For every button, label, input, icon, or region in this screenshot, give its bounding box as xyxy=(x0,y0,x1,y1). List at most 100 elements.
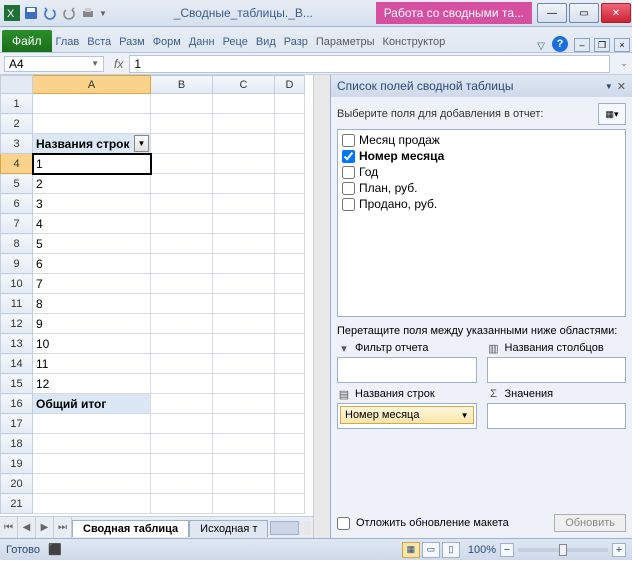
pane-menu-dropdown-icon[interactable]: ▼ xyxy=(605,82,613,91)
col-header-D[interactable]: D xyxy=(275,76,305,94)
sheet-nav-prev[interactable]: ◀ xyxy=(18,517,36,538)
formula-input[interactable]: 1 xyxy=(129,55,610,73)
defer-update-checkbox[interactable] xyxy=(337,517,350,530)
view-page-break-button[interactable]: ▯ xyxy=(442,542,460,558)
row-header[interactable]: 11 xyxy=(1,294,33,314)
ribbon-tab-view[interactable]: Вид xyxy=(252,32,280,52)
row-header[interactable]: 7 xyxy=(1,214,33,234)
layout-options-button[interactable]: ▦▾ xyxy=(598,103,626,125)
fx-icon[interactable]: fx xyxy=(114,57,123,71)
field-list[interactable]: Месяц продаж Номер месяца Год План, руб.… xyxy=(337,129,626,317)
field-item[interactable]: План, руб. xyxy=(340,180,623,196)
active-cell[interactable]: 1 xyxy=(33,154,151,174)
ribbon-tab-review[interactable]: Реце xyxy=(219,32,252,52)
row-header[interactable]: 17 xyxy=(1,414,33,434)
row-header[interactable]: 18 xyxy=(1,434,33,454)
chip-dropdown-icon[interactable]: ▼ xyxy=(461,411,469,420)
save-icon[interactable] xyxy=(23,5,39,21)
ribbon-tab-design[interactable]: Конструктор xyxy=(379,32,450,52)
sheet-tab[interactable]: Исходная т xyxy=(189,520,268,537)
print-icon[interactable] xyxy=(80,5,96,21)
cell[interactable]: 3 xyxy=(33,194,151,214)
rows-dropzone[interactable]: Номер месяца ▼ xyxy=(337,403,477,429)
view-page-layout-button[interactable]: ▭ xyxy=(422,542,440,558)
update-button[interactable]: Обновить xyxy=(554,514,626,532)
cell[interactable]: 2 xyxy=(33,174,151,194)
ribbon-tab-data[interactable]: Данн xyxy=(185,32,219,52)
ribbon-tab-home[interactable]: Глав xyxy=(52,32,84,52)
cell[interactable]: 4 xyxy=(33,214,151,234)
row-header[interactable]: 8 xyxy=(1,234,33,254)
maximize-button[interactable]: ▭ xyxy=(569,3,599,23)
name-box[interactable]: A4 ▼ xyxy=(4,56,104,72)
row-header[interactable]: 9 xyxy=(1,254,33,274)
field-item[interactable]: Номер месяца xyxy=(340,148,623,164)
row-header[interactable]: 13 xyxy=(1,334,33,354)
ribbon-tab-layout[interactable]: Разм xyxy=(115,32,149,52)
ribbon-tab-developer[interactable]: Разр xyxy=(280,32,312,52)
values-dropzone[interactable] xyxy=(487,403,627,429)
field-checkbox[interactable] xyxy=(342,150,355,163)
cell[interactable]: 8 xyxy=(33,294,151,314)
cell[interactable]: 5 xyxy=(33,234,151,254)
cell[interactable]: 10 xyxy=(33,334,151,354)
filter-dropdown-icon[interactable]: ▼ xyxy=(134,135,149,152)
sheet-nav-first[interactable]: ⏮ xyxy=(0,517,18,538)
row-header[interactable]: 6 xyxy=(1,194,33,214)
pane-close-icon[interactable]: ✕ xyxy=(617,80,626,93)
filter-dropzone[interactable] xyxy=(337,357,477,383)
close-button[interactable]: ✕ xyxy=(601,3,631,23)
row-header[interactable]: 12 xyxy=(1,314,33,334)
cell[interactable]: 6 xyxy=(33,254,151,274)
zoom-level[interactable]: 100% xyxy=(468,544,496,556)
cell[interactable]: 9 xyxy=(33,314,151,334)
pivot-row-label-header[interactable]: Названия строк ▼ xyxy=(33,134,151,154)
row-header[interactable]: 19 xyxy=(1,454,33,474)
col-header-C[interactable]: C xyxy=(213,76,275,94)
col-header-B[interactable]: B xyxy=(151,76,213,94)
field-checkbox[interactable] xyxy=(342,198,355,211)
help-icon[interactable]: ? xyxy=(552,36,568,52)
field-item[interactable]: Месяц продаж xyxy=(340,132,623,148)
row-header[interactable]: 5 xyxy=(1,174,33,194)
select-all-corner[interactable] xyxy=(1,76,33,94)
mdi-close-button[interactable]: × xyxy=(614,38,630,52)
row-header[interactable]: 10 xyxy=(1,274,33,294)
mdi-restore-button[interactable]: ❐ xyxy=(594,38,610,52)
field-checkbox[interactable] xyxy=(342,166,355,179)
field-item[interactable]: Продано, руб. xyxy=(340,196,623,212)
minimize-button[interactable]: — xyxy=(537,3,567,23)
sheet-tab-active[interactable]: Сводная таблица xyxy=(72,520,189,537)
row-header[interactable]: 3 xyxy=(1,134,33,154)
cell[interactable]: 12 xyxy=(33,374,151,394)
col-header-A[interactable]: A xyxy=(33,76,151,94)
mdi-minimize-button[interactable]: – xyxy=(574,38,590,52)
row-header[interactable]: 15 xyxy=(1,374,33,394)
row-header[interactable]: 1 xyxy=(1,94,33,114)
vertical-scrollbar[interactable] xyxy=(313,75,330,538)
formula-expand-icon[interactable]: ⌄ xyxy=(616,58,632,69)
name-box-dropdown-icon[interactable]: ▼ xyxy=(91,59,99,68)
row-header[interactable]: 20 xyxy=(1,474,33,494)
field-checkbox[interactable] xyxy=(342,182,355,195)
sheet-nav-last[interactable]: ⏭ xyxy=(54,517,72,538)
row-header[interactable]: 16 xyxy=(1,394,33,414)
columns-dropzone[interactable] xyxy=(487,357,627,383)
zoom-out-button[interactable]: − xyxy=(500,543,514,557)
field-item[interactable]: Год xyxy=(340,164,623,180)
row-field-chip[interactable]: Номер месяца ▼ xyxy=(340,406,474,424)
row-header[interactable]: 21 xyxy=(1,494,33,514)
pivot-grand-total[interactable]: Общий итог xyxy=(33,394,151,414)
field-checkbox[interactable] xyxy=(342,134,355,147)
ribbon-tab-formulas[interactable]: Форм xyxy=(149,32,185,52)
redo-icon[interactable] xyxy=(61,5,77,21)
ribbon-tab-insert[interactable]: Вста xyxy=(83,32,115,52)
cell[interactable]: 7 xyxy=(33,274,151,294)
ribbon-tab-options[interactable]: Параметры xyxy=(312,32,379,52)
view-normal-button[interactable]: ▦ xyxy=(402,542,420,558)
row-header[interactable]: 14 xyxy=(1,354,33,374)
qat-dropdown-icon[interactable]: ▼ xyxy=(99,9,107,18)
zoom-in-button[interactable]: + xyxy=(612,543,626,557)
row-header[interactable]: 2 xyxy=(1,114,33,134)
horizontal-scrollbar[interactable] xyxy=(270,521,311,535)
